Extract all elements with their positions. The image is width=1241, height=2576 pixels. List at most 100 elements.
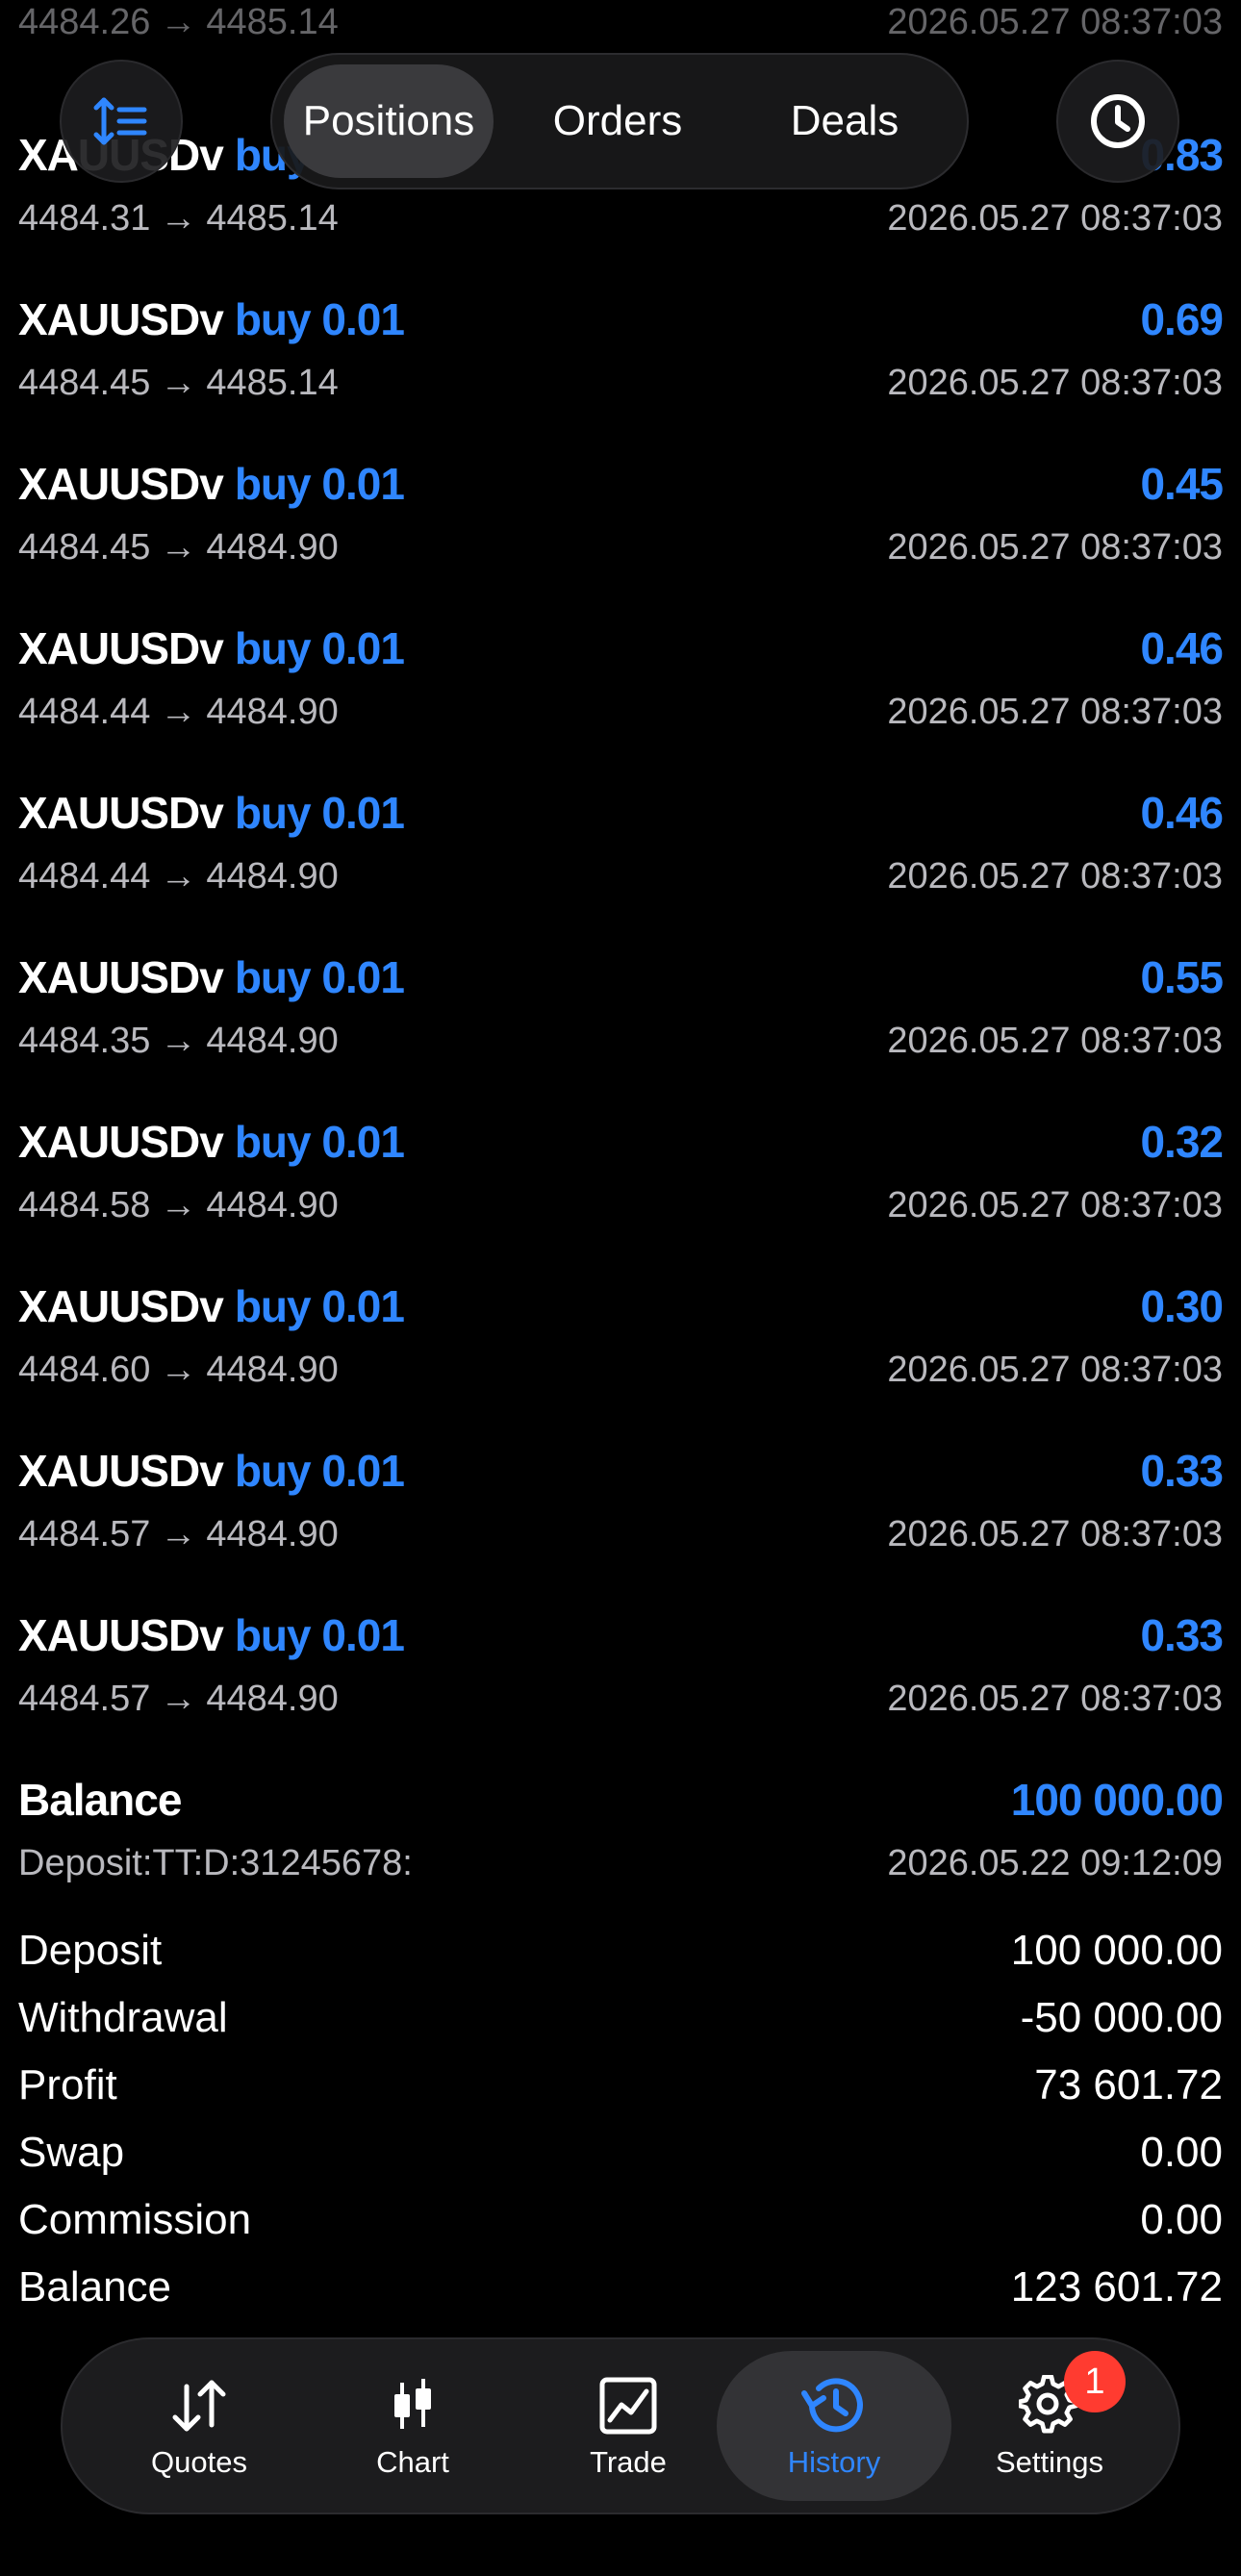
deal-prices: 4484.45 → 4485.14 (18, 362, 339, 403)
segment-orders[interactable]: Orders (513, 64, 722, 178)
summary-label: Commission (18, 2196, 252, 2243)
deal-direction: buy 0.01 (234, 1446, 405, 1496)
summary-label: Withdrawal (18, 1994, 228, 2041)
deal-row[interactable]: XAUUSDv buy 0.01 0.55 4484.35 → 4484.90 202… (0, 934, 1241, 1099)
sort-icon (93, 97, 147, 145)
deal-time: 2026.05.27 08:37:03 (887, 362, 1223, 403)
summary-value: 0.00 (1140, 2196, 1223, 2243)
deal-profit: 0.46 (1140, 788, 1224, 838)
deal-symbol: XAUUSDv (18, 1610, 224, 1660)
deal-symbol: XAUUSDv (18, 1446, 224, 1496)
deal-profit: 0.33 (1140, 1446, 1224, 1496)
sort-button[interactable] (60, 60, 183, 183)
balance-row[interactable]: Balance 100 000.00 Deposit:TT:D:31245678… (0, 1756, 1241, 1921)
deal-prices: 4484.44 → 4484.90 (18, 855, 339, 897)
summary-balance: Balance 123 601.72 (18, 2254, 1223, 2321)
deal-time: 2026.05.27 08:37:03 (887, 1678, 1223, 1719)
tab-quotes[interactable]: Quotes (82, 2351, 317, 2501)
summary-label: Deposit (18, 1927, 163, 1974)
deal-direction: buy 0.01 (234, 459, 405, 509)
deal-row[interactable]: XAUUSDv buy 0.01 0.69 4484.45 → 4485.14 202… (0, 276, 1241, 441)
deal-row[interactable]: XAUUSDv buy 0.01 0.32 4484.58 → 4484.90 202… (0, 1099, 1241, 1263)
deal-prices: 4484.26 → 4485.14 (18, 1, 339, 42)
summary-label: Profit (18, 2061, 117, 2109)
deal-direction: buy 0.01 (234, 1281, 405, 1331)
tab-trade[interactable]: Trade (511, 2351, 746, 2501)
deal-time: 2026.05.27 08:37:03 (887, 197, 1223, 239)
deal-profit: 0.69 (1140, 294, 1224, 344)
balance-comment: Deposit:TT:D:31245678: (18, 1842, 413, 1883)
deal-title: XAUUSDvbuy 0.01 (18, 1280, 405, 1332)
summary-swap: Swap 0.00 (18, 2119, 1223, 2186)
trade-chart-icon (599, 2377, 657, 2435)
summary-label: Balance (18, 2263, 172, 2311)
deal-row[interactable]: XAUUSDv buy 0.01 0.33 4484.57 → 4484.90 202… (0, 1592, 1241, 1756)
deal-row[interactable]: XAUUSDv buy 0.01 0.46 4484.44 → 4484.90 202… (0, 770, 1241, 934)
summary-value: 0.00 (1140, 2129, 1223, 2176)
history-icon (801, 2378, 863, 2433)
summary-value: 123 601.72 (1010, 2263, 1223, 2311)
deal-profit: 0.30 (1140, 1281, 1224, 1331)
deal-direction: buy 0.01 (234, 1610, 405, 1660)
deal-symbol: XAUUSDv (18, 459, 224, 509)
history-summary: Deposit 100 000.00 Withdrawal -50 000.00… (18, 1917, 1223, 2321)
settings-notification-badge: 1 (1064, 2351, 1126, 2412)
segment-positions[interactable]: Positions (284, 64, 494, 178)
segment-deals[interactable]: Deals (740, 64, 950, 178)
deal-title: XAUUSDvbuy 0.01 (18, 458, 405, 510)
summary-value: 73 601.72 (1034, 2061, 1223, 2109)
summary-value: 100 000.00 (1010, 1927, 1223, 1974)
deal-title: XAUUSDvbuy 0.01 (18, 622, 405, 674)
deal-profit: 0.46 (1140, 623, 1224, 673)
deal-time: 2026.05.27 08:37:03 (887, 1020, 1223, 1061)
deal-title: XAUUSDvbuy 0.01 (18, 1609, 405, 1661)
deal-symbol: XAUUSDv (18, 952, 224, 1002)
deal-time: 2026.05.27 08:37:03 (887, 691, 1223, 732)
tab-history[interactable]: History (717, 2351, 951, 2501)
summary-commission: Commission 0.00 (18, 2186, 1223, 2254)
summary-deposit: Deposit 100 000.00 (18, 1917, 1223, 1984)
deal-row[interactable]: XAUUSDv buy 0.01 0.46 4484.44 → 4484.90 202… (0, 605, 1241, 770)
deal-title: XAUUSDvbuy 0.01 (18, 293, 405, 345)
deal-symbol: XAUUSDv (18, 294, 224, 344)
clock-icon (1091, 94, 1145, 148)
deal-symbol: XAUUSDv (18, 788, 224, 838)
balance-time: 2026.05.22 09:12:09 (887, 1842, 1223, 1883)
deal-prices: 4484.44 → 4484.90 (18, 691, 339, 732)
deal-symbol: XAUUSDv (18, 1281, 224, 1331)
deal-direction: buy 0.01 (234, 788, 405, 838)
deal-direction: buy 0.01 (234, 294, 405, 344)
tab-label: History (787, 2445, 881, 2479)
tab-label: Trade (590, 2445, 667, 2479)
deal-time: 2026.05.27 08:37:03 (887, 1513, 1223, 1554)
deal-title: XAUUSDvbuy 0.01 (18, 1116, 405, 1168)
deal-row[interactable]: XAUUSDv buy 0.01 0.30 4484.60 → 4484.90 202… (0, 1263, 1241, 1427)
summary-withdrawal: Withdrawal -50 000.00 (18, 1984, 1223, 2052)
tab-bar: Quotes Chart Trade History Settings (61, 2337, 1180, 2514)
deal-title: XAUUSDvbuy 0.01 (18, 787, 405, 839)
history-segmented-control: Positions Orders Deals (270, 53, 969, 189)
deal-direction: buy 0.01 (234, 623, 405, 673)
deal-time: 2026.05.27 08:37:03 (887, 1, 1223, 42)
deal-row[interactable]: XAUUSDv buy 0.01 0.45 4484.45 → 4484.90 202… (0, 441, 1241, 605)
deal-prices: 4484.57 → 4484.90 (18, 1513, 339, 1554)
deal-prices: 4484.57 → 4484.90 (18, 1678, 339, 1719)
tab-settings[interactable]: Settings (932, 2351, 1167, 2501)
tab-label: Quotes (151, 2445, 247, 2479)
deal-prices: 4484.58 → 4484.90 (18, 1184, 339, 1225)
deal-direction: buy 0.01 (234, 1117, 405, 1167)
deal-row[interactable]: XAUUSDv buy 0.01 0.33 4484.57 → 4484.90 202… (0, 1427, 1241, 1592)
deal-profit: 0.33 (1140, 1610, 1224, 1660)
deal-title: XAUUSDvbuy 0.01 (18, 951, 405, 1003)
deal-time: 2026.05.27 08:37:03 (887, 855, 1223, 897)
deal-prices: 4484.60 → 4484.90 (18, 1349, 339, 1390)
candlestick-icon (394, 2379, 431, 2429)
deal-profit: 0.55 (1140, 952, 1224, 1002)
deal-symbol: XAUUSDv (18, 1117, 224, 1167)
deal-prices: 4484.45 → 4484.90 (18, 526, 339, 568)
tab-label: Settings (995, 2445, 1103, 2479)
deal-prices: 4484.35 → 4484.90 (18, 1020, 339, 1061)
period-button[interactable] (1056, 60, 1179, 183)
deal-symbol: XAUUSDv (18, 623, 224, 673)
tab-chart[interactable]: Chart (295, 2351, 530, 2501)
